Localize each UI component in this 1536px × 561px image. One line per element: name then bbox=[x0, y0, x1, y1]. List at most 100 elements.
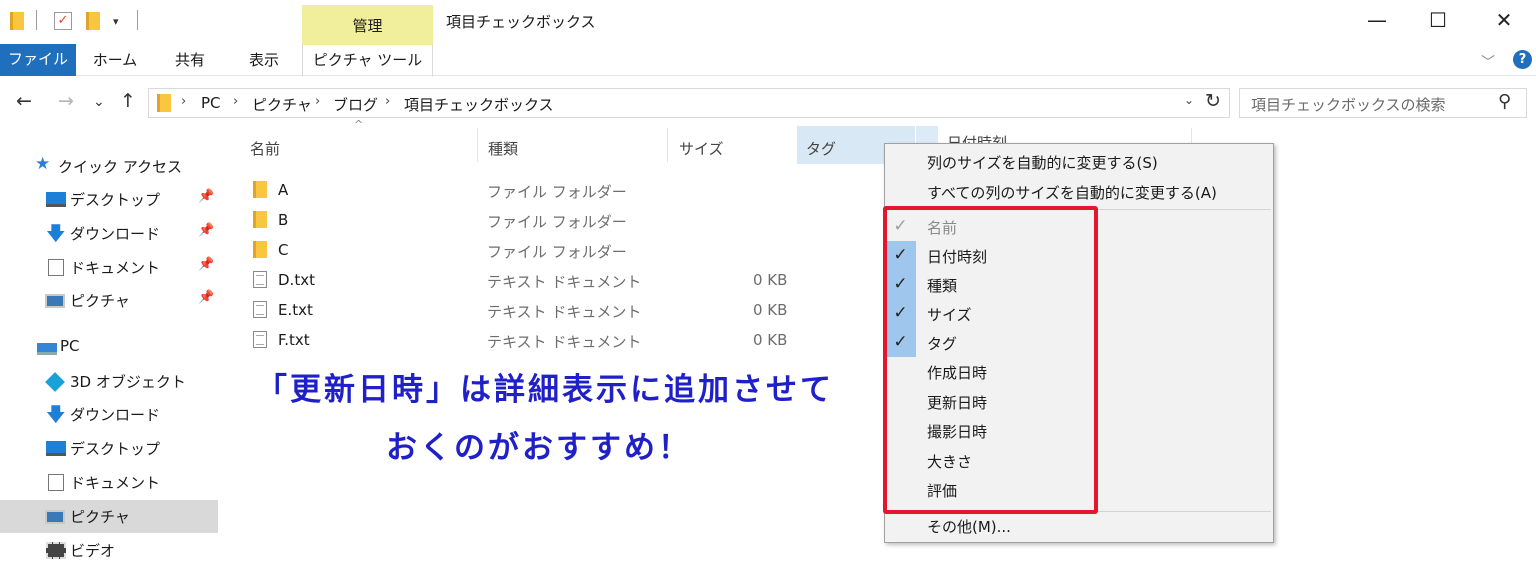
tab-picture-tools[interactable]: ピクチャ ツール bbox=[302, 44, 433, 77]
pictures-icon bbox=[45, 294, 65, 308]
column-divider[interactable] bbox=[667, 128, 668, 162]
sidebar-item-label: 3D オブジェクト bbox=[70, 373, 186, 391]
sidebar-item-pc[interactable]: PC bbox=[0, 331, 218, 364]
tab-home[interactable]: ホーム bbox=[82, 44, 148, 76]
pin-icon[interactable]: 📌 bbox=[198, 290, 214, 305]
address-dropdown-icon[interactable]: ⌄ bbox=[1184, 93, 1194, 107]
star-icon: ★ bbox=[35, 154, 51, 174]
column-header-name[interactable]: 名前 bbox=[250, 138, 280, 159]
pin-icon[interactable]: 📌 bbox=[198, 189, 214, 204]
desktop-icon bbox=[46, 441, 66, 456]
manage-context-tab[interactable]: 管理 bbox=[302, 5, 433, 45]
breadcrumb-blog[interactable]: ブログ bbox=[333, 94, 378, 115]
breadcrumb-separator[interactable]: › bbox=[315, 94, 320, 109]
column-divider[interactable] bbox=[477, 128, 478, 162]
search-box[interactable]: 項目チェックボックスの検索 ⚲ bbox=[1239, 88, 1527, 118]
sidebar-item-label: PC bbox=[60, 337, 80, 355]
search-icon[interactable]: ⚲ bbox=[1498, 91, 1511, 112]
help-icon[interactable]: ? bbox=[1513, 50, 1532, 69]
folder-icon bbox=[253, 241, 267, 258]
file-size: 0 KB bbox=[753, 331, 788, 349]
sidebar-item-pictures[interactable]: ピクチャ 📌 bbox=[0, 284, 218, 317]
file-name[interactable]: A bbox=[278, 181, 288, 199]
sidebar-item-desktop[interactable]: デスクトップ 📌 bbox=[0, 183, 218, 216]
window-title: 項目チェックボックス bbox=[446, 13, 596, 31]
breadcrumb-pc[interactable]: PC bbox=[201, 94, 221, 112]
file-name[interactable]: E.txt bbox=[278, 301, 313, 319]
recent-locations-button[interactable]: ⌄ bbox=[93, 94, 105, 110]
download-icon: 🡇 bbox=[46, 404, 66, 426]
desktop-icon bbox=[46, 192, 66, 207]
sidebar-item-label: ドキュメント bbox=[70, 259, 161, 277]
tab-share[interactable]: 共有 bbox=[160, 44, 220, 76]
chevron-down-icon[interactable]: ﹀ bbox=[1481, 52, 1495, 72]
folder-icon bbox=[253, 181, 267, 198]
file-size: 0 KB bbox=[753, 301, 788, 319]
breadcrumb-separator[interactable]: › bbox=[385, 94, 390, 109]
file-type: ファイル フォルダー bbox=[487, 183, 627, 201]
pin-icon[interactable]: 📌 bbox=[198, 223, 214, 238]
minimize-button[interactable]: — bbox=[1357, 6, 1397, 36]
forward-button[interactable]: → bbox=[58, 90, 74, 112]
sidebar-item-pictures[interactable]: ピクチャ bbox=[0, 500, 218, 533]
sidebar-item-videos[interactable]: ビデオ bbox=[0, 534, 218, 561]
sort-ascending-icon: ^ bbox=[354, 118, 364, 131]
new-folder-icon[interactable] bbox=[86, 10, 100, 32]
tab-file[interactable]: ファイル bbox=[0, 44, 76, 76]
navigation-pane: ★ クイック アクセス デスクトップ 📌 🡇 ダウンロード 📌 ドキュメント 📌… bbox=[0, 130, 220, 561]
breadcrumb-separator[interactable]: › bbox=[233, 94, 238, 109]
sidebar-item-label: ビデオ bbox=[70, 542, 116, 560]
sidebar-item-label: デスクトップ bbox=[70, 440, 161, 458]
sidebar-item-downloads[interactable]: 🡇 ダウンロード bbox=[0, 398, 218, 431]
annotation-line-2: おくのがおすすめ！ bbox=[386, 430, 692, 466]
sidebar-item-label: ダウンロード bbox=[70, 225, 161, 243]
file-name[interactable]: F.txt bbox=[278, 331, 310, 349]
tab-view[interactable]: 表示 bbox=[234, 44, 294, 76]
ribbon-tabs: ファイル ホーム 共有 表示 ピクチャ ツール bbox=[0, 44, 1536, 77]
properties-icon[interactable]: ✓ bbox=[54, 10, 72, 32]
address-bar[interactable]: › PC › ピクチャ › ブログ › 項目チェックボックス ⌄ ↻ bbox=[148, 88, 1230, 118]
up-button[interactable]: ↑ bbox=[120, 90, 136, 112]
refresh-icon[interactable]: ↻ bbox=[1205, 90, 1221, 112]
sidebar-item-label: ダウンロード bbox=[70, 406, 161, 424]
sidebar-item-label: クイック アクセス bbox=[58, 158, 183, 176]
back-button[interactable]: ← bbox=[16, 90, 32, 112]
folder-icon bbox=[10, 10, 24, 32]
document-icon bbox=[48, 259, 64, 276]
title-bar: ✓ ▾ 管理 項目チェックボックス — ☐ ✕ bbox=[0, 0, 1536, 45]
breadcrumb-pictures[interactable]: ピクチャ bbox=[252, 94, 312, 115]
sidebar-item-label: デスクトップ bbox=[70, 191, 161, 209]
file-name[interactable]: C bbox=[278, 241, 288, 259]
sidebar-item-3d-objects[interactable]: 3D オブジェクト bbox=[0, 365, 218, 398]
pin-icon[interactable]: 📌 bbox=[198, 257, 214, 272]
breadcrumb-separator[interactable]: › bbox=[181, 94, 186, 109]
highlight-box bbox=[883, 206, 1098, 514]
text-file-icon bbox=[253, 271, 267, 288]
3d-objects-icon bbox=[45, 372, 65, 392]
menu-item-autosize-column[interactable]: 列のサイズを自動的に変更する(S) bbox=[927, 152, 1158, 173]
file-size: 0 KB bbox=[753, 271, 788, 289]
column-header-size[interactable]: サイズ bbox=[679, 138, 724, 159]
sidebar-item-documents[interactable]: ドキュメント 📌 bbox=[0, 251, 218, 284]
file-type: テキスト ドキュメント bbox=[487, 273, 642, 291]
close-button[interactable]: ✕ bbox=[1484, 6, 1524, 36]
file-name[interactable]: D.txt bbox=[278, 271, 315, 289]
menu-item-autosize-all-columns[interactable]: すべての列のサイズを自動的に変更する(A) bbox=[927, 182, 1217, 203]
sidebar-item-desktop[interactable]: デスクトップ bbox=[0, 432, 218, 465]
file-type: テキスト ドキュメント bbox=[487, 303, 642, 321]
sidebar-item-quick-access[interactable]: ★ クイック アクセス bbox=[0, 150, 218, 183]
sidebar-item-downloads[interactable]: 🡇 ダウンロード 📌 bbox=[0, 217, 218, 250]
search-input[interactable]: 項目チェックボックスの検索 bbox=[1251, 94, 1446, 115]
maximize-button[interactable]: ☐ bbox=[1418, 6, 1458, 36]
breadcrumb-current[interactable]: 項目チェックボックス bbox=[404, 94, 554, 115]
sidebar-item-documents[interactable]: ドキュメント bbox=[0, 466, 218, 499]
file-type: ファイル フォルダー bbox=[487, 243, 627, 261]
column-header-tag[interactable]: タグ bbox=[806, 138, 836, 159]
menu-item-more[interactable]: その他(M)... bbox=[927, 516, 1011, 537]
pictures-icon bbox=[45, 510, 65, 524]
file-name[interactable]: B bbox=[278, 211, 288, 229]
column-header-type[interactable]: 種類 bbox=[488, 138, 518, 159]
sidebar-item-label: ドキュメント bbox=[70, 474, 161, 492]
customize-toolbar-icon[interactable]: ▾ bbox=[113, 10, 119, 32]
annotation-line-1: 「更新日時」は詳細表示に追加させて bbox=[256, 372, 834, 408]
